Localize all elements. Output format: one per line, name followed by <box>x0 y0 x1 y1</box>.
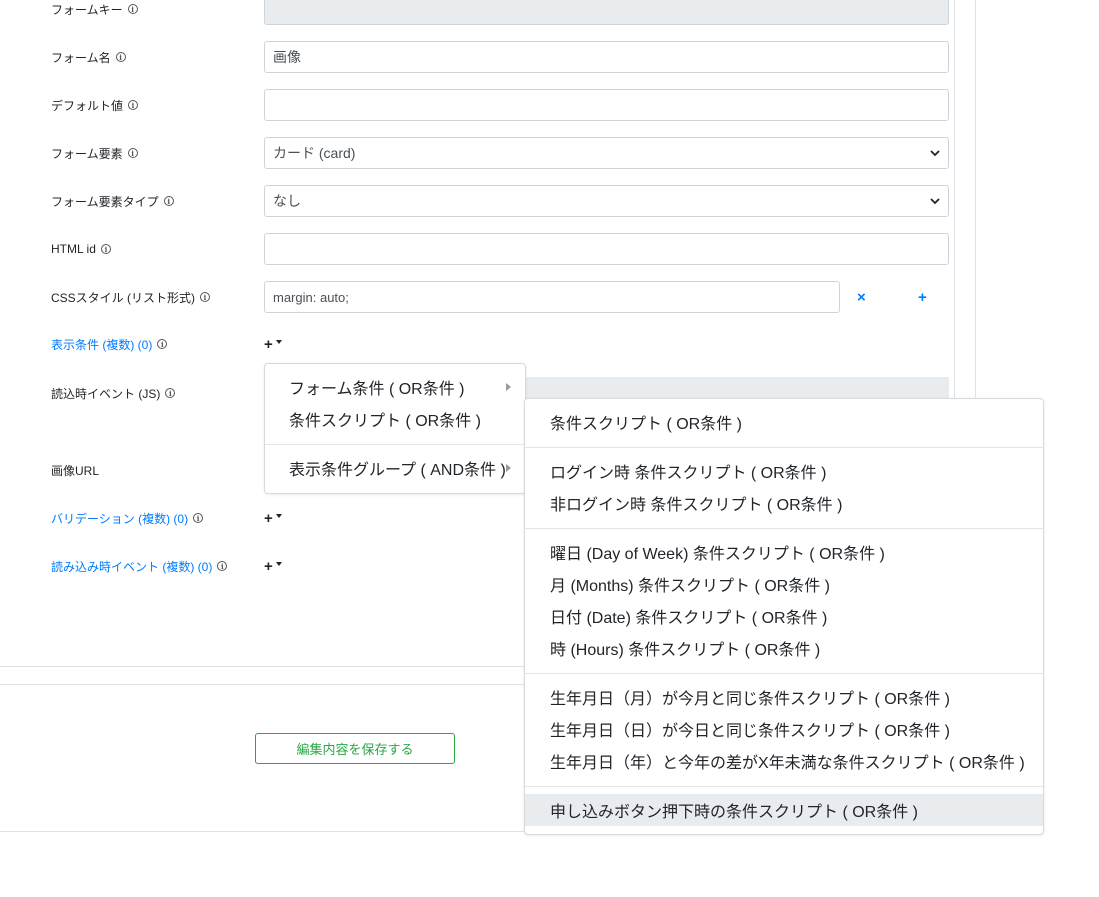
info-icon[interactable]: i <box>193 513 204 523</box>
info-icon[interactable]: i <box>127 4 138 14</box>
add-validation-dropdown[interactable]: + <box>264 502 282 534</box>
submenu-item-hours-script[interactable]: 時 (Hours) 条件スクリプト ( OR条件 ) <box>525 632 1043 664</box>
info-icon[interactable]: i <box>115 52 126 62</box>
form-row-default: デフォルト値 i <box>0 89 954 121</box>
info-icon[interactable]: i <box>100 244 111 254</box>
info-icon[interactable]: i <box>217 561 228 571</box>
html-id-input[interactable] <box>264 233 949 265</box>
outer-right-border <box>975 0 976 398</box>
form-key-field <box>264 0 949 25</box>
info-icon[interactable]: i <box>163 196 174 206</box>
menu-divider <box>525 447 1043 448</box>
image-url-label: 画像URL <box>51 463 100 478</box>
caret-right-icon <box>506 383 511 391</box>
default-value-input[interactable] <box>264 89 949 121</box>
info-icon[interactable]: i <box>157 339 168 349</box>
chevron-down-icon <box>930 150 940 157</box>
submenu-item-birth-month-script[interactable]: 生年月日（月）が今月と同じ条件スクリプト ( OR条件 ) <box>525 681 1043 713</box>
onload-event-label: 読込時イベント (JS) i <box>51 377 176 409</box>
form-element-type-value: なし <box>273 193 301 209</box>
caret-down-icon <box>275 514 282 518</box>
validation-link[interactable]: バリデーション (複数) (0) i <box>51 502 204 534</box>
form-key-label: フォームキー i <box>51 0 138 25</box>
condition-script-submenu: 条件スクリプト ( OR条件 ) ログイン時 条件スクリプト ( OR条件 ) … <box>524 398 1044 835</box>
save-button[interactable]: 編集内容を保存する <box>255 733 455 764</box>
css-style-input[interactable]: margin: auto; <box>264 281 840 313</box>
load-events-link[interactable]: 読み込み時イベント (複数) (0) i <box>51 550 228 582</box>
menu-item-form-condition[interactable]: フォーム条件 ( OR条件 ) <box>265 371 525 403</box>
submenu-item-apply-button-script[interactable]: 申し込みボタン押下時の条件スクリプト ( OR条件 ) <box>525 794 1043 826</box>
form-row-element: フォーム要素 i カード (card) <box>0 137 954 169</box>
form-row-display-conditions: 表示条件 (複数) (0) i + <box>0 328 954 360</box>
submenu-item-birth-day-script[interactable]: 生年月日（日）が今日と同じ条件スクリプト ( OR条件 ) <box>525 713 1043 745</box>
info-icon[interactable]: i <box>165 388 176 398</box>
default-value-label: デフォルト値 i <box>51 89 139 121</box>
divider <box>0 684 540 685</box>
plus-icon: + <box>264 335 273 353</box>
submenu-item-birth-year-script[interactable]: 生年月日（年）と今年の差がX年未満な条件スクリプト ( OR条件 ) <box>525 745 1043 777</box>
caret-down-icon <box>275 340 282 344</box>
form-element-type-label: フォーム要素タイプ i <box>51 185 174 217</box>
form-row-css-style: CSSスタイル (リスト形式) i margin: auto; × + <box>0 281 954 313</box>
html-id-label: HTML id i <box>51 233 111 265</box>
add-condition-dropdown[interactable]: + <box>264 328 282 360</box>
submenu-item-date-script[interactable]: 日付 (Date) 条件スクリプト ( OR条件 ) <box>525 600 1043 632</box>
form-row-element-type: フォーム要素タイプ i なし <box>0 185 954 217</box>
submenu-item-condition-script[interactable]: 条件スクリプト ( OR条件 ) <box>525 406 1043 438</box>
add-icon[interactable]: + <box>918 281 927 313</box>
form-element-select[interactable]: カード (card) <box>264 137 949 169</box>
info-icon[interactable]: i <box>200 292 211 302</box>
submenu-item-day-of-week-script[interactable]: 曜日 (Day of Week) 条件スクリプト ( OR条件 ) <box>525 536 1043 568</box>
divider <box>0 831 540 832</box>
submenu-item-login-script[interactable]: ログイン時 条件スクリプト ( OR条件 ) <box>525 455 1043 487</box>
chevron-down-icon <box>930 198 940 205</box>
onload-event-editor[interactable] <box>526 377 949 399</box>
form-name-input[interactable]: 画像 <box>264 41 949 73</box>
plus-icon: + <box>264 509 273 527</box>
condition-menu: フォーム条件 ( OR条件 ) 条件スクリプト ( OR条件 ) 表示条件グルー… <box>264 363 526 494</box>
caret-right-icon <box>506 464 511 472</box>
plus-icon: + <box>264 557 273 575</box>
menu-item-condition-group[interactable]: 表示条件グループ ( AND条件 ) <box>265 452 525 484</box>
submenu-item-non-login-script[interactable]: 非ログイン時 条件スクリプト ( OR条件 ) <box>525 487 1043 519</box>
form-row-name: フォーム名 i 画像 <box>0 41 954 73</box>
form-row-html-id: HTML id i <box>0 233 954 265</box>
menu-item-condition-script[interactable]: 条件スクリプト ( OR条件 ) <box>265 403 525 435</box>
css-style-label: CSSスタイル (リスト形式) i <box>51 281 211 313</box>
menu-divider <box>265 444 525 445</box>
menu-divider <box>525 528 1043 529</box>
submenu-item-months-script[interactable]: 月 (Months) 条件スクリプト ( OR条件 ) <box>525 568 1043 600</box>
form-element-value: カード (card) <box>273 145 356 161</box>
form-element-type-select[interactable]: なし <box>264 185 949 217</box>
form-row-key: フォームキー i <box>0 0 954 25</box>
menu-divider <box>525 786 1043 787</box>
display-conditions-link[interactable]: 表示条件 (複数) (0) i <box>51 328 168 360</box>
info-icon[interactable]: i <box>128 100 139 110</box>
menu-divider <box>525 673 1043 674</box>
form-name-label: フォーム名 i <box>51 41 126 73</box>
form-element-label: フォーム要素 i <box>51 137 138 169</box>
remove-icon[interactable]: × <box>857 281 866 313</box>
caret-down-icon <box>275 562 282 566</box>
add-load-event-dropdown[interactable]: + <box>264 550 282 582</box>
info-icon[interactable]: i <box>127 148 138 158</box>
